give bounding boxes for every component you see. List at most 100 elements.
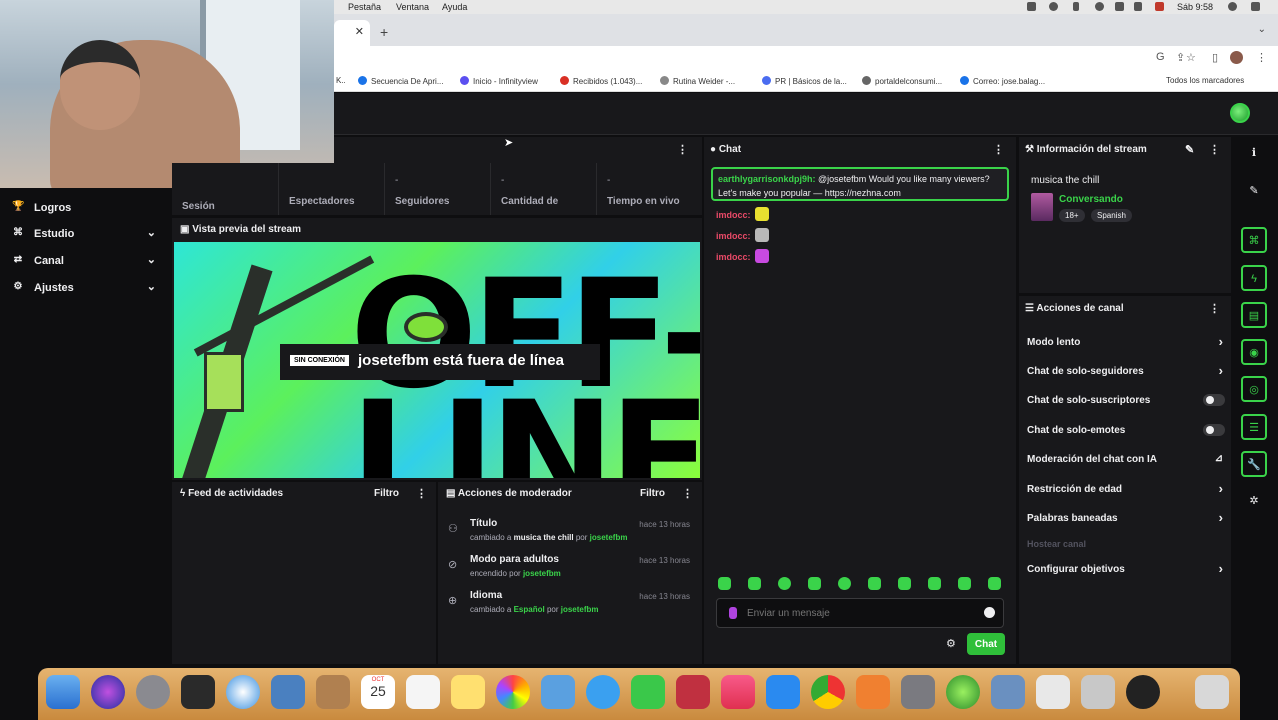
- bookmark-item[interactable]: Rutina Weider -...: [660, 76, 735, 86]
- notes-icon[interactable]: [451, 675, 485, 709]
- new-tab-icon[interactable]: +: [380, 24, 388, 40]
- calendar-icon[interactable]: OCT 25: [361, 675, 395, 709]
- mod-action-row[interactable]: ⚇ Título cambiado a musica the chill por…: [448, 518, 698, 552]
- photo-booth-icon[interactable]: [676, 675, 710, 709]
- chat-username[interactable]: imdocc:: [716, 231, 751, 241]
- action-subscribers-only[interactable]: Chat de solo-suscriptores: [1027, 392, 1225, 412]
- toggle-switch[interactable]: [1203, 424, 1225, 436]
- action-banned-words[interactable]: Palabras baneadas ›: [1027, 510, 1225, 530]
- tag-chip[interactable]: 18+: [1059, 209, 1085, 222]
- sidebar-item-canal[interactable]: ⇄ Canal ⌄: [12, 251, 162, 273]
- maps-icon[interactable]: [541, 675, 575, 709]
- numbers-icon[interactable]: [1036, 675, 1070, 709]
- bookmark-item[interactable]: K..: [336, 76, 346, 85]
- emote-icon[interactable]: [958, 577, 971, 590]
- extensions-icon[interactable]: ✲: [1241, 489, 1267, 515]
- sidebar-item-estudio[interactable]: ⌘ Estudio ⌄: [12, 224, 162, 246]
- control-center-icon[interactable]: [1115, 2, 1124, 11]
- sidebar-item-ajustes[interactable]: ⚙ Ajustes ⌄: [12, 278, 162, 300]
- emote-icon[interactable]: [778, 577, 791, 590]
- chat-message[interactable]: imdocc:: [716, 228, 769, 242]
- chat-username[interactable]: imdocc:: [716, 252, 751, 262]
- bookmark-item[interactable]: portaldelconsumi...: [862, 76, 942, 86]
- chat-send-button[interactable]: Chat: [967, 633, 1005, 655]
- bookmark-item[interactable]: Secuencia De Apri...: [358, 76, 443, 86]
- chat-message[interactable]: imdocc:: [716, 207, 769, 221]
- browser-tab[interactable]: ✕: [334, 20, 370, 46]
- chat-username[interactable]: imdocc:: [716, 210, 751, 220]
- app-store-icon[interactable]: [766, 675, 800, 709]
- emote-icon[interactable]: [898, 577, 911, 590]
- filter-button[interactable]: Filtro: [640, 488, 665, 499]
- facetime-icon[interactable]: [631, 675, 665, 709]
- volume-icon[interactable]: [1134, 2, 1142, 11]
- edit-pencil-icon[interactable]: ✎: [1185, 143, 1194, 156]
- app-icon[interactable]: [946, 675, 980, 709]
- actions-menu-icon[interactable]: ⋮: [1209, 302, 1220, 315]
- wifi-icon[interactable]: [1095, 2, 1104, 11]
- obs-icon[interactable]: [1126, 675, 1160, 709]
- google-icon[interactable]: G: [1156, 51, 1165, 63]
- info-icon[interactable]: ℹ: [1241, 141, 1267, 167]
- broadcast-icon[interactable]: ◎: [1241, 376, 1267, 402]
- utility-icon[interactable]: [1081, 675, 1115, 709]
- mission-control-icon[interactable]: [181, 675, 215, 709]
- emote-icon[interactable]: [928, 577, 941, 590]
- launchpad-icon[interactable]: [136, 675, 170, 709]
- user-avatar[interactable]: [1230, 103, 1250, 123]
- close-tab-icon[interactable]: ✕: [355, 25, 364, 38]
- username-link[interactable]: josetefbm: [561, 605, 599, 614]
- search-icon[interactable]: [1228, 2, 1237, 11]
- emote-icon[interactable]: [988, 577, 1001, 590]
- chat-settings-icon[interactable]: ⚙: [946, 637, 956, 650]
- highlighted-chat-message[interactable]: earthlygarrisonkdpj9h: @josetefbm Would …: [711, 167, 1009, 201]
- chat-username[interactable]: earthlygarrisonkdpj9h:: [718, 174, 816, 184]
- bookmark-item[interactable]: PR | Básicos de la...: [762, 76, 847, 86]
- emote-icon[interactable]: [868, 577, 881, 590]
- sidepanel-icon[interactable]: ▯: [1212, 51, 1218, 64]
- siri-icon[interactable]: [1251, 2, 1260, 11]
- lightning-icon[interactable]: ϟ: [1241, 265, 1267, 291]
- all-bookmarks[interactable]: Todos los marcadores: [1166, 76, 1244, 85]
- reminders-icon[interactable]: [406, 675, 440, 709]
- emote-picker-icon[interactable]: [984, 607, 995, 618]
- browser-menu-icon[interactable]: ⋮: [1256, 51, 1267, 64]
- chat-bubble-icon[interactable]: ◉: [1241, 339, 1267, 365]
- username-link[interactable]: josetefbm: [590, 533, 628, 542]
- menu-item-ayuda[interactable]: Ayuda: [442, 2, 467, 12]
- profile-avatar[interactable]: [1230, 51, 1243, 64]
- mod-menu-icon[interactable]: ⋮: [682, 487, 693, 500]
- messages-icon[interactable]: [586, 675, 620, 709]
- screenshot-icon[interactable]: [991, 675, 1025, 709]
- note-icon[interactable]: ▤: [1241, 302, 1267, 328]
- bluetooth-icon[interactable]: [1073, 2, 1079, 11]
- bits-icon[interactable]: [729, 607, 737, 619]
- server-icon[interactable]: ☰: [1241, 414, 1267, 440]
- chat-menu-icon[interactable]: ⋮: [993, 143, 1004, 156]
- menu-item-ventana[interactable]: Ventana: [396, 2, 429, 12]
- wrench-icon[interactable]: 🔧: [1241, 451, 1267, 477]
- finder-icon[interactable]: [46, 675, 80, 709]
- share-icon[interactable]: ⇪: [1176, 51, 1185, 64]
- toggle-switch[interactable]: [1203, 394, 1225, 406]
- mod-action-row[interactable]: ⊕ Idioma cambiado a Español por josetefb…: [448, 590, 698, 624]
- stats-menu-icon[interactable]: ⋮: [677, 143, 688, 156]
- emote-icon[interactable]: [748, 577, 761, 590]
- preview-app-icon[interactable]: [271, 675, 305, 709]
- action-ai-moderation[interactable]: Moderación del chat con IA ⊿: [1027, 451, 1225, 471]
- pencil-icon[interactable]: ✎: [1241, 179, 1267, 205]
- studio-icon[interactable]: ⌘: [1241, 227, 1267, 253]
- system-preferences-icon[interactable]: [901, 675, 935, 709]
- chat-message[interactable]: imdocc:: [716, 249, 769, 263]
- sidebar-item-logros[interactable]: 🏆 Logros: [12, 198, 162, 220]
- status-icon[interactable]: [1027, 2, 1036, 11]
- tab-search-chevron-icon[interactable]: ⌄: [1258, 24, 1266, 35]
- trash-icon[interactable]: [1195, 675, 1229, 709]
- mod-action-row[interactable]: ⊘ Modo para adultos encendido por josete…: [448, 554, 698, 588]
- address-bar[interactable]: G ⇪ ☆ ▯ ⋮: [334, 46, 1278, 70]
- bookmark-item[interactable]: Correo: jose.balag...: [960, 76, 1045, 86]
- offline-image[interactable]: OFF- LINE SIN CONEXIÓN josetefbm está fu…: [174, 242, 700, 478]
- emote-icon[interactable]: [718, 577, 731, 590]
- emote-icon[interactable]: [808, 577, 821, 590]
- safari-icon[interactable]: [226, 675, 260, 709]
